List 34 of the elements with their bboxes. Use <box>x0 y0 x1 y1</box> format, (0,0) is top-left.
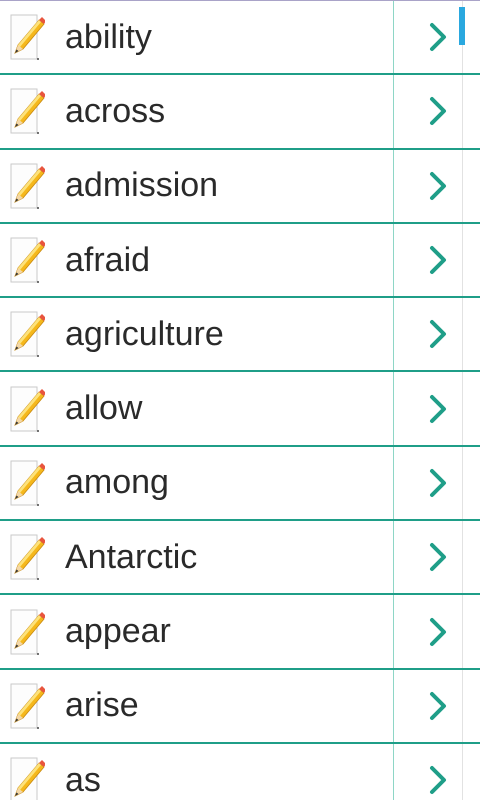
word-text: agriculture <box>65 314 224 354</box>
chevron-right-icon <box>429 319 447 350</box>
scrollbar-thumb[interactable] <box>459 7 465 45</box>
chevron-right-icon <box>429 542 447 572</box>
edit-note-icon <box>9 87 45 136</box>
word-text: ability <box>65 18 152 57</box>
word-text: appear <box>65 612 171 652</box>
word-text: admission <box>65 166 218 206</box>
edit-note-icon <box>9 310 45 358</box>
word-text: allow <box>65 389 142 428</box>
chevron-right-icon <box>429 765 447 796</box>
edit-note-icon <box>9 384 45 433</box>
chevron-right-icon <box>429 616 447 647</box>
chevron-right-icon <box>429 22 447 52</box>
word-text: Antarctic <box>65 538 198 577</box>
word-text: afraid <box>65 240 150 280</box>
chevron-right-icon <box>429 468 447 498</box>
chevron-right-icon <box>429 170 447 201</box>
edit-note-icon <box>9 533 45 582</box>
chevron-right-icon <box>429 245 447 276</box>
edit-note-icon <box>9 13 45 62</box>
word-text: among <box>65 463 169 502</box>
chevron-right-icon <box>429 394 447 424</box>
edit-note-icon <box>9 682 45 730</box>
word-text: arise <box>65 686 139 726</box>
edit-note-icon <box>9 608 45 656</box>
edit-note-icon <box>9 458 45 507</box>
chevron-right-icon <box>429 96 447 126</box>
edit-note-icon <box>9 756 45 800</box>
chevron-right-icon <box>429 690 447 721</box>
word-text: as <box>65 760 101 800</box>
edit-note-icon <box>9 236 45 284</box>
edit-note-icon <box>9 162 45 210</box>
word-text: across <box>65 92 166 131</box>
